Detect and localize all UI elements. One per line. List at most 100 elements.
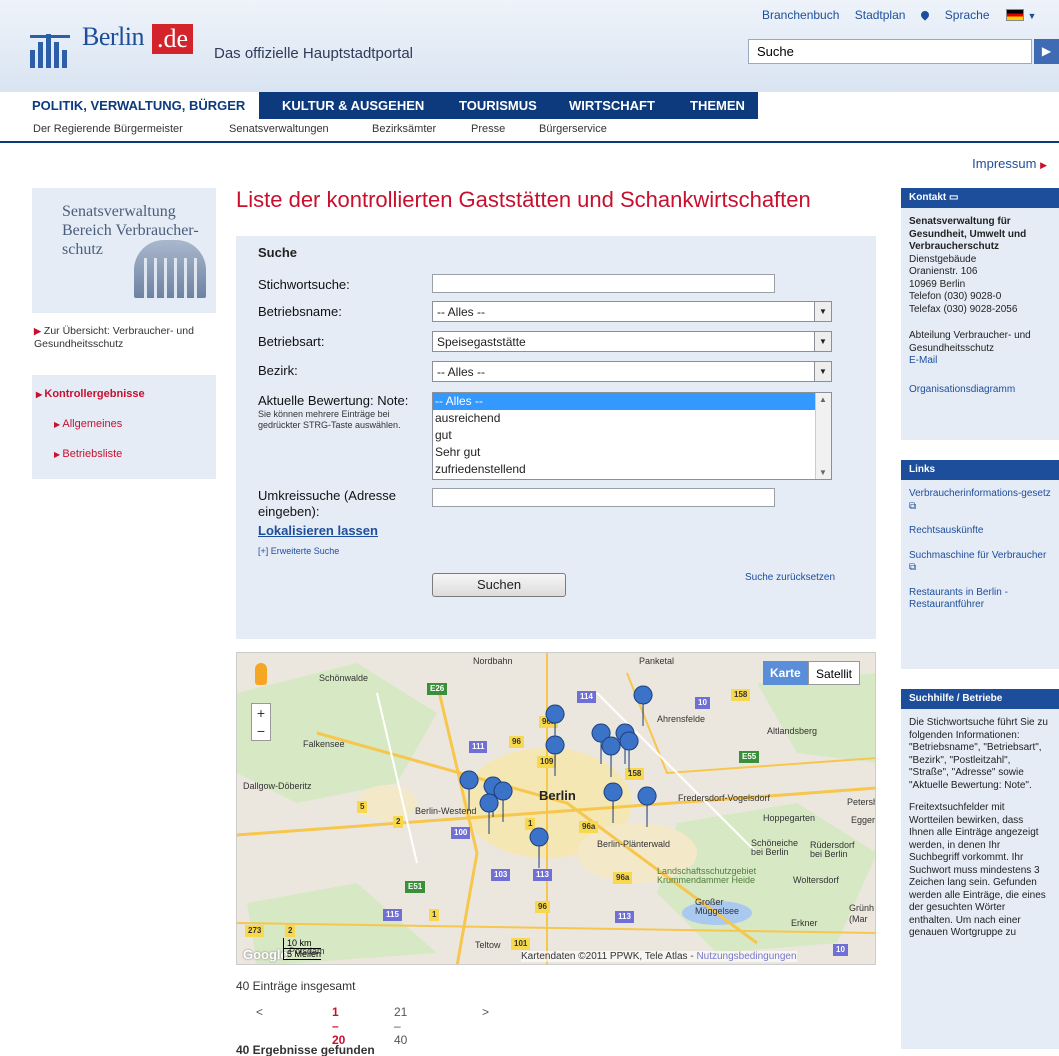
pager-page-2[interactable]: 21 – 40 [394,1005,407,1047]
kontakt-box: Kontakt ▭ Senatsverwaltung für Gesundhei… [901,188,1059,440]
suchhilfe-heading: Suchhilfe / Betriebe [901,689,1059,709]
map-attribution: Kartendaten ©2011 PPWK, Tele Atlas - Nut… [521,951,797,962]
logo-bars-icon [30,26,76,68]
zoom-control[interactable]: + − [251,703,271,741]
menu-allgemeines[interactable]: ▶ Allgemeines [32,413,216,435]
map-label: Ahrensfelde [657,714,706,724]
total-count: 40 Einträge insgesamt [236,979,356,993]
kontakt-line: Dienstgebäude [909,253,977,265]
subnav-senatsverwaltungen[interactable]: Senatsverwaltungen [229,123,329,135]
betriebsart-label: Betriebsart: [258,334,325,349]
listbox-option[interactable]: ausreichend [433,410,831,427]
stichwort-input[interactable] [432,274,775,293]
side-menu: ▶ Kontrollergebnisse ▶ Allgemeines ▶ Bet… [32,375,216,479]
map[interactable]: + − Karte Satellit Schönwalde Falkensee D… [236,652,876,965]
orga-link[interactable]: Organisationsdiagramm [909,384,1051,397]
kontakt-line: Oranienstr. 106 [909,266,978,277]
road-sign: 96a [613,872,633,884]
chevron-down-icon: ▼ [1027,11,1037,21]
pager-current[interactable]: 1 – 20 [332,1005,345,1047]
department-box[interactable]: Senatsverwaltung Bereich Verbraucher-sch… [32,188,216,313]
betriebsname-select[interactable]: -- Alles -- ▼ [432,301,832,322]
pager-prev[interactable]: < [256,1005,263,1019]
search-submit-button[interactable]: ▶ [1034,39,1059,64]
map-scale: 10 km 5 Meilen [283,938,322,960]
menu-label: Kontrollergebnisse [44,388,145,400]
link-label: Suchmaschine für Verbraucher [909,549,1047,561]
bewertung-listbox[interactable]: -- Alles -- ausreichend gut Sehr gut zuf… [432,392,832,480]
map-label: Falkensee [303,739,345,749]
umkreis-label: Umkreissuche (Adresse eingeben): [258,488,396,519]
link-rechtsauskuenfte[interactable]: Rechtsauskünfte [909,525,1051,538]
road-sign: 114 [577,691,596,703]
zoom-in-button[interactable]: + [252,704,270,722]
road-sign: E51 [405,881,426,893]
road-sign: 158 [731,689,751,701]
tab-tourismus[interactable]: TOURISMUS [459,92,537,119]
bezirk-select[interactable]: -- Alles -- ▼ [432,361,832,382]
road-sign: 111 [469,741,488,753]
search-input[interactable]: Suche [748,39,1032,64]
suchhilfe-box: Suchhilfe / Betriebe Die Stichwortsuche … [901,689,1059,1049]
subnav-bezirksaemter[interactable]: Bezirksämter [372,123,436,135]
map-label: Schönwalde [319,673,369,683]
overview-link[interactable]: ▶ Zur Übersicht: Verbraucher- und Gesundh… [32,313,216,363]
suchen-button[interactable]: Suchen [432,573,566,597]
map-label: Fredersdorf-Vogelsdorf [678,793,771,803]
subnav-buergerservice[interactable]: Bürgerservice [539,123,607,135]
search-form: Suche Stichwortsuche: Betriebsname: -- A… [236,236,876,639]
chevron-down-icon: ▼ [814,302,831,321]
map-type-satellit[interactable]: Satellit [808,661,861,685]
sub-nav: Der Regierende Bürgermeister Senatsverwa… [0,119,1059,143]
zoom-out-button[interactable]: − [252,722,270,740]
subnav-buergermeister[interactable]: Der Regierende Bürgermeister [33,123,183,135]
berlin-logo[interactable]: Berlin .de [30,20,204,68]
top-link-sprache[interactable]: Sprache ▼ [945,8,1037,22]
road-sign: 113 [615,911,634,923]
link-vig[interactable]: Verbraucherinformations-gesetz ⧉ [909,488,1051,513]
road-sign: 10 [833,944,848,956]
google-logo[interactable]: Google [243,947,288,962]
tab-themen[interactable]: THEMEN [690,92,745,119]
main-nav: POLITIK, VERWALTUNG, BÜRGER KULTUR & AUS… [0,92,1059,119]
chevron-down-icon: ▼ [814,332,831,351]
listbox-option[interactable]: zufriedenstellend [433,461,831,478]
erweiterte-suche-link[interactable]: [+] Erweiterte Suche [258,546,339,556]
top-link-branchenbuch[interactable]: Branchenbuch [762,8,839,22]
terms-link[interactable]: Nutzungsbedingungen [696,951,796,962]
map-type-karte[interactable]: Karte [763,661,808,685]
abteilung: Abteilung Verbraucher- und Gesundheitssc… [909,330,1031,354]
link-suchmaschine[interactable]: Suchmaschine für Verbraucher ⧉ [909,550,1051,575]
arrow-right-icon: ▶ [34,326,41,336]
betriebsart-select[interactable]: Speisegaststätte ▼ [432,331,832,352]
listbox-option[interactable]: Sehr gut [433,444,831,461]
pager-next[interactable]: > [482,1005,489,1019]
umkreis-input[interactable] [432,488,775,507]
reset-link[interactable]: Suche zurücksetzen [745,572,835,583]
listbox-scrollbar[interactable]: ▲ ▼ [815,393,831,479]
menu-betriebsliste[interactable]: ▶ Betriebsliste [32,443,216,465]
tab-politik[interactable]: POLITIK, VERWALTUNG, BÜRGER [18,92,260,119]
road-sign: 5 [357,801,368,813]
tab-kultur[interactable]: KULTUR & AUSGEHEN [282,92,424,119]
lokalisieren-link[interactable]: Lokalisieren lassen [258,523,378,538]
results-found: 40 Ergebnisse gefunden [236,1043,375,1056]
building-icon [134,240,206,298]
email-link[interactable]: E-Mail [909,355,1051,368]
vcard-icon: ▭ [949,192,959,203]
tab-wirtschaft[interactable]: WIRTSCHAFT [569,92,655,119]
impressum-link[interactable]: Impressum ▶ [972,156,1047,171]
top-link-stadtplan[interactable]: Stadtplan [855,8,932,22]
subnav-presse[interactable]: Presse [471,123,505,135]
listbox-option[interactable]: gut [433,427,831,444]
page-title: Liste der kontrollierten Gaststätten und… [236,187,811,212]
link-restaurants[interactable]: Restaurants in Berlin - Restaurantführer [909,587,1051,612]
streetview-pegman-icon[interactable] [255,663,267,685]
road-sign: 2 [285,925,296,937]
map-label: Grünh [849,903,875,913]
menu-kontrollergebnisse[interactable]: ▶ Kontrollergebnisse [32,383,216,405]
listbox-option[interactable]: -- Alles -- [433,393,818,410]
scroll-up-icon: ▲ [819,395,827,404]
suchhilfe-body: Die Stichwortsuche führt Sie zu folgende… [901,709,1059,960]
external-link-icon: ⧉ [909,562,917,573]
